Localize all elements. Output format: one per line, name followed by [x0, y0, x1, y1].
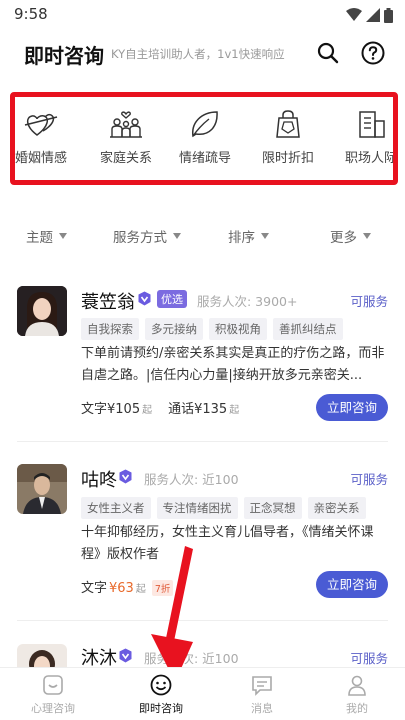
building-icon — [359, 111, 385, 138]
page-subtitle: KY自主培训助人者，1v1快速响应 — [111, 47, 285, 61]
filter-service-type[interactable]: 服务方式 — [113, 226, 181, 246]
served-count: 服务人次: 近100 — [144, 472, 239, 487]
family-icon — [110, 111, 142, 138]
person-icon — [348, 675, 366, 696]
status-time: 9:58 — [14, 5, 48, 23]
text-price: 文字¥105 — [81, 402, 141, 417]
counselor-name: 蓑笠翁 — [81, 292, 135, 313]
category-family[interactable]: 家庭关系 — [90, 109, 162, 169]
tag: 多元接纳 — [145, 318, 203, 340]
dropdown-arrow-icon — [59, 233, 67, 239]
leaf-icon — [192, 111, 218, 138]
filter-topic[interactable]: 主题 — [26, 226, 67, 246]
tag-list: 自我探索 多元接纳 积极视角 善抓纠结点 — [81, 318, 343, 340]
dropdown-arrow-icon — [261, 233, 269, 239]
category-highlight-box: 婚姻情感 家庭关系 情绪疏导 限时折扣 职场人际 — [10, 92, 398, 185]
tab-messages[interactable]: 消息 — [222, 674, 302, 716]
verified-badge-icon — [119, 469, 132, 484]
page-header: 即时咨询 KY自主培训助人者，1v1快速响应 — [0, 36, 405, 74]
signal-icon — [366, 8, 380, 22]
category-label: 情绪疏导 — [178, 151, 231, 166]
availability-status: 可服务 — [350, 472, 388, 487]
verified-badge-icon — [138, 291, 151, 306]
dropdown-arrow-icon — [173, 233, 181, 239]
battery-icon — [384, 7, 393, 23]
avatar — [17, 464, 67, 514]
hearts-icon — [24, 113, 58, 136]
consult-now-button[interactable]: 立即咨询 — [316, 394, 388, 421]
category-emotion[interactable]: 情绪疏导 — [169, 109, 241, 169]
counselor-card[interactable]: 蓑笠翁 优选 服务人次: 3900+ 可服务 自我探索 多元接纳 积极视角 善抓… — [0, 284, 405, 444]
chat-square-icon — [43, 675, 63, 695]
text-price: ¥63 — [109, 581, 134, 596]
smile-icon — [150, 674, 172, 696]
counselor-name: 咕咚 — [81, 470, 117, 491]
price-line: 文字¥105 起 通话¥135 起 — [81, 398, 239, 417]
tag: 自我探索 — [81, 318, 139, 340]
category-label: 婚姻情感 — [14, 151, 67, 166]
counselor-description: 十年抑郁经历，女性主义育儿倡导者，《情绪关怀课程》版权作者 — [81, 525, 374, 562]
category-workplace[interactable]: 职场人际 — [335, 109, 397, 169]
category-label: 职场人际 — [344, 151, 397, 166]
shopping-bag-icon — [276, 110, 300, 138]
tag: 正念冥想 — [243, 497, 302, 519]
tag-list: 女性主义者 专注情绪困扰 正念冥想 亲密关系 — [81, 497, 366, 519]
verified-badge-icon — [119, 648, 132, 663]
dropdown-arrow-icon — [363, 233, 371, 239]
filter-more[interactable]: 更多 — [330, 226, 371, 246]
help-icon[interactable] — [361, 41, 385, 65]
preferred-badge: 优选 — [157, 290, 187, 308]
category-label: 限时折扣 — [261, 151, 314, 166]
tag: 专注情绪困扰 — [156, 497, 238, 519]
category-marriage[interactable]: 婚姻情感 — [14, 109, 77, 169]
avatar — [17, 644, 67, 667]
tag: 亲密关系 — [307, 497, 366, 519]
filter-sort[interactable]: 排序 — [228, 226, 269, 246]
tag: 积极视角 — [209, 318, 267, 340]
status-bar: 9:58 — [0, 0, 405, 30]
search-icon[interactable] — [316, 41, 340, 65]
consult-now-button[interactable]: 立即咨询 — [316, 571, 388, 598]
availability-status: 可服务 — [350, 651, 388, 666]
counselor-name: 沐沐 — [81, 648, 117, 667]
category-label: 家庭关系 — [99, 151, 152, 166]
message-icon — [252, 676, 272, 696]
avatar — [17, 286, 67, 336]
served-count: 服务人次: 3900+ — [197, 294, 298, 309]
annotation-arrow-icon — [151, 546, 193, 682]
filter-bar: 主题 服务方式 排序 更多 — [0, 226, 405, 246]
call-price: 通话¥135 — [168, 402, 228, 417]
tag: 善抓纠结点 — [273, 318, 343, 340]
availability-status: 可服务 — [350, 294, 388, 309]
wifi-icon — [346, 8, 362, 21]
bottom-tab-bar: 心理咨询 即时咨询 消息 我的 — [0, 667, 405, 720]
tab-counseling[interactable]: 心理咨询 — [13, 674, 93, 716]
tag: 女性主义者 — [81, 497, 151, 519]
page-title: 即时咨询 — [24, 44, 104, 68]
tab-instant-consult[interactable]: 即时咨询 — [121, 674, 201, 716]
category-discount[interactable]: 限时折扣 — [252, 109, 324, 169]
counselor-description: 下单前请预约/亲密关系其实是真正的疗伤之路，而非自虐之路。|信任内心力量|接纳开… — [81, 346, 385, 383]
tab-profile[interactable]: 我的 — [317, 674, 397, 716]
